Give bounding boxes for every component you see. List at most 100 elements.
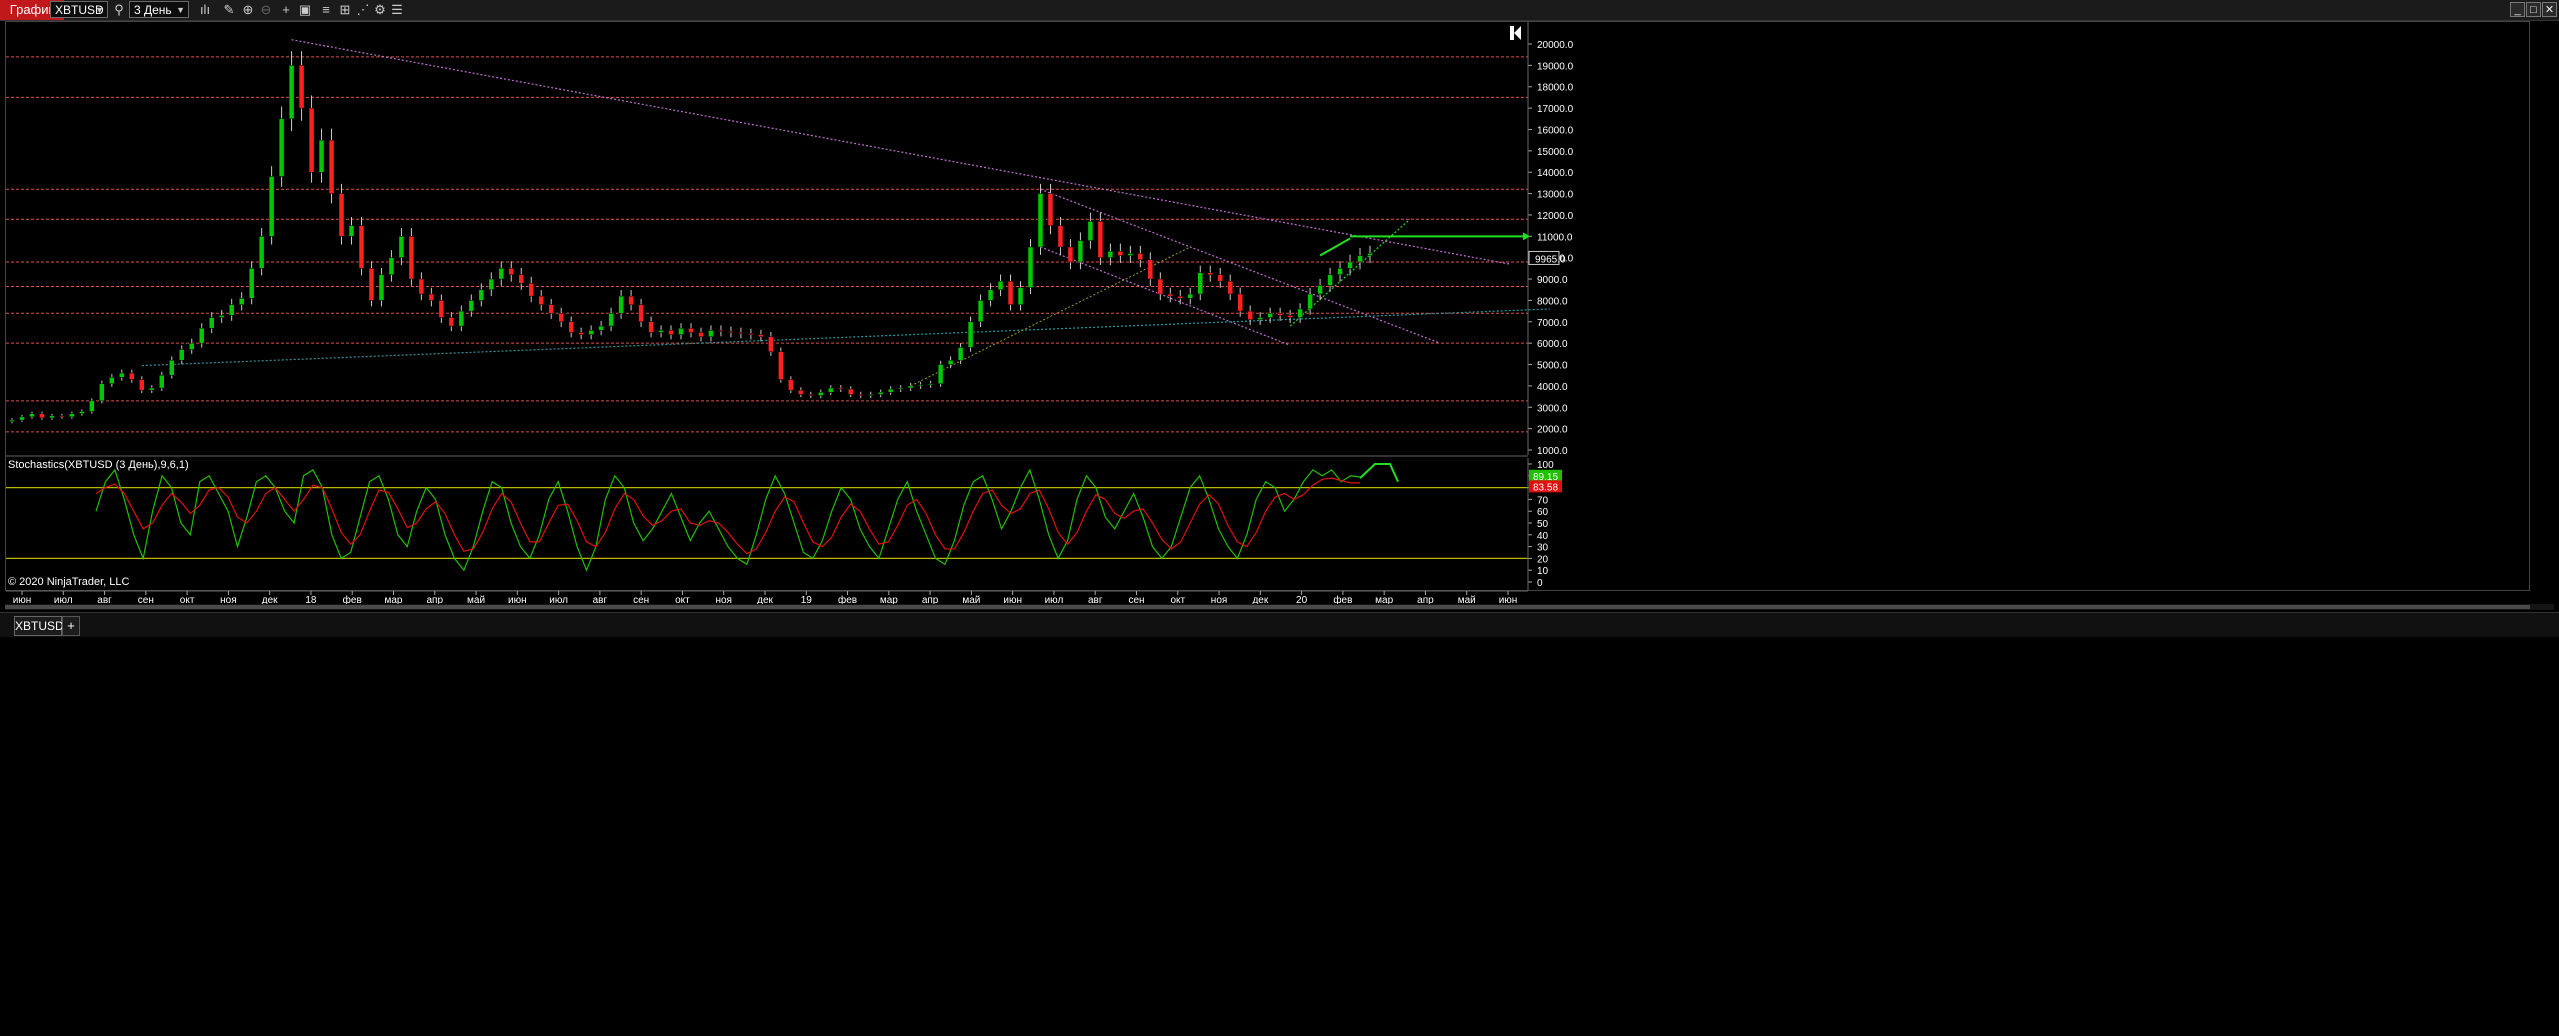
price-axis: 1000.0 2000.0 3000.0 4000.0 5000.0 6000.0 7000… [1527,22,1574,457]
bear-candle [788,379,794,391]
trend-lines [141,39,1550,387]
annotations [1319,232,1530,257]
support-trendline [141,308,1550,367]
bull-candle [228,304,235,316]
bull-candle [997,280,1004,290]
stoch-y-tick-label: 100 [1537,460,1554,471]
bull-candle [218,315,225,318]
bull-candle [378,274,385,301]
bear-candle [538,295,544,305]
stoch-y-tick-label: 60 [1537,507,1549,518]
bull-candle [248,268,255,299]
bear-candle [1237,293,1243,312]
channel-upper-line [1040,188,1441,344]
bull-candle [1087,221,1094,241]
bear-candle [438,300,445,318]
bear-candle [688,327,694,333]
bear-candle [718,330,724,332]
bull-candle [159,374,165,389]
bull-candle [478,289,485,301]
bull-candle [258,236,265,269]
bear-candle [1137,253,1144,261]
tab-xbtusd[interactable]: XBTUSD [14,616,64,636]
bull-candle [169,360,175,376]
bull-candle [1337,268,1343,276]
bear-candle [1247,310,1253,320]
bull-candle [907,385,914,389]
y-tick-label: 16000.0 [1537,125,1574,136]
bull-candle [618,295,624,314]
y-tick-label: 17000.0 [1537,104,1574,115]
y-tick-label: 14000.0 [1537,168,1574,179]
bull-candle [887,388,894,393]
bull-candle [927,383,934,386]
bull-candle [1367,253,1373,256]
bear-candle [558,312,564,323]
bear-candle [1007,280,1014,305]
bear-candle [638,304,644,323]
y-tick-label: 13000.0 [1537,190,1574,201]
bull-candle [109,377,115,385]
stoch-y-tick-label: 70 [1537,495,1549,506]
logo-triangle [1514,26,1521,40]
bear-candle [1067,246,1074,263]
bear-candle [518,274,524,284]
bear-candle [528,283,534,297]
stoch-d-line [95,477,1360,555]
bull-candle [89,400,95,412]
bull-candle [188,342,195,350]
bull-candle [957,347,964,361]
add-tab-button[interactable]: + [62,616,80,636]
last-price-label: 9965.0 [1535,254,1566,265]
y-tick-label: 12000.0 [1537,211,1574,222]
bull-candle [897,387,904,390]
bull-candle [1297,308,1303,318]
bear-candle [448,317,455,327]
stoch-flag-label: 83.58 [1533,482,1558,493]
y-tick-label: 8000.0 [1537,296,1568,307]
bear-candle [1097,221,1104,258]
bull-candle [598,325,604,331]
bear-candle [668,330,674,335]
bear-candle [1217,274,1223,282]
bear-candle [1057,225,1064,248]
bear-candle [728,331,734,333]
bear-candle [578,332,584,335]
bear-candle [328,139,335,194]
bull-candle [1307,293,1313,310]
indicator-label: Stochastics(XBTUSD (3 День),9,6,1) [8,459,189,471]
bear-candle [368,268,375,301]
bull-candle [1107,251,1114,258]
bull-candle [19,416,25,421]
bear-candle [408,236,415,280]
main-downtrend-line [291,39,1510,265]
bull-candle [658,330,664,333]
bull-candle [288,65,295,120]
bull-candle [179,349,185,361]
bull-candle [1127,253,1134,256]
bull-candle [79,411,85,414]
y-tick-label: 4000.0 [1537,382,1568,393]
bull-candle [488,278,495,290]
y-tick-label: 1000.0 [1537,446,1568,457]
chart-canvas[interactable]: 1000.0 2000.0 3000.0 4000.0 5000.0 6000.0 7000… [0,0,2559,612]
scrollbar-thumb[interactable] [5,605,2530,609]
bear-candle [1047,193,1054,226]
bull-candle [208,317,215,329]
projection-arrow [1319,237,1351,257]
bull-candle [1257,317,1263,320]
bull-candle [1357,255,1363,263]
bull-candle [818,392,824,396]
bear-candle [1167,293,1174,297]
bear-candle [808,394,814,396]
bear-candle [798,389,804,395]
bear-candle [1147,259,1154,280]
y-tick-label: 20000.0 [1537,40,1574,51]
ninjatrader-logo-icon [1510,26,1521,40]
bull-candle [458,310,465,327]
bull-candle [1037,193,1044,248]
bull-candle [29,413,35,418]
bull-candle [1317,285,1323,295]
bear-candle [748,333,754,335]
bull-candle [1267,312,1273,318]
